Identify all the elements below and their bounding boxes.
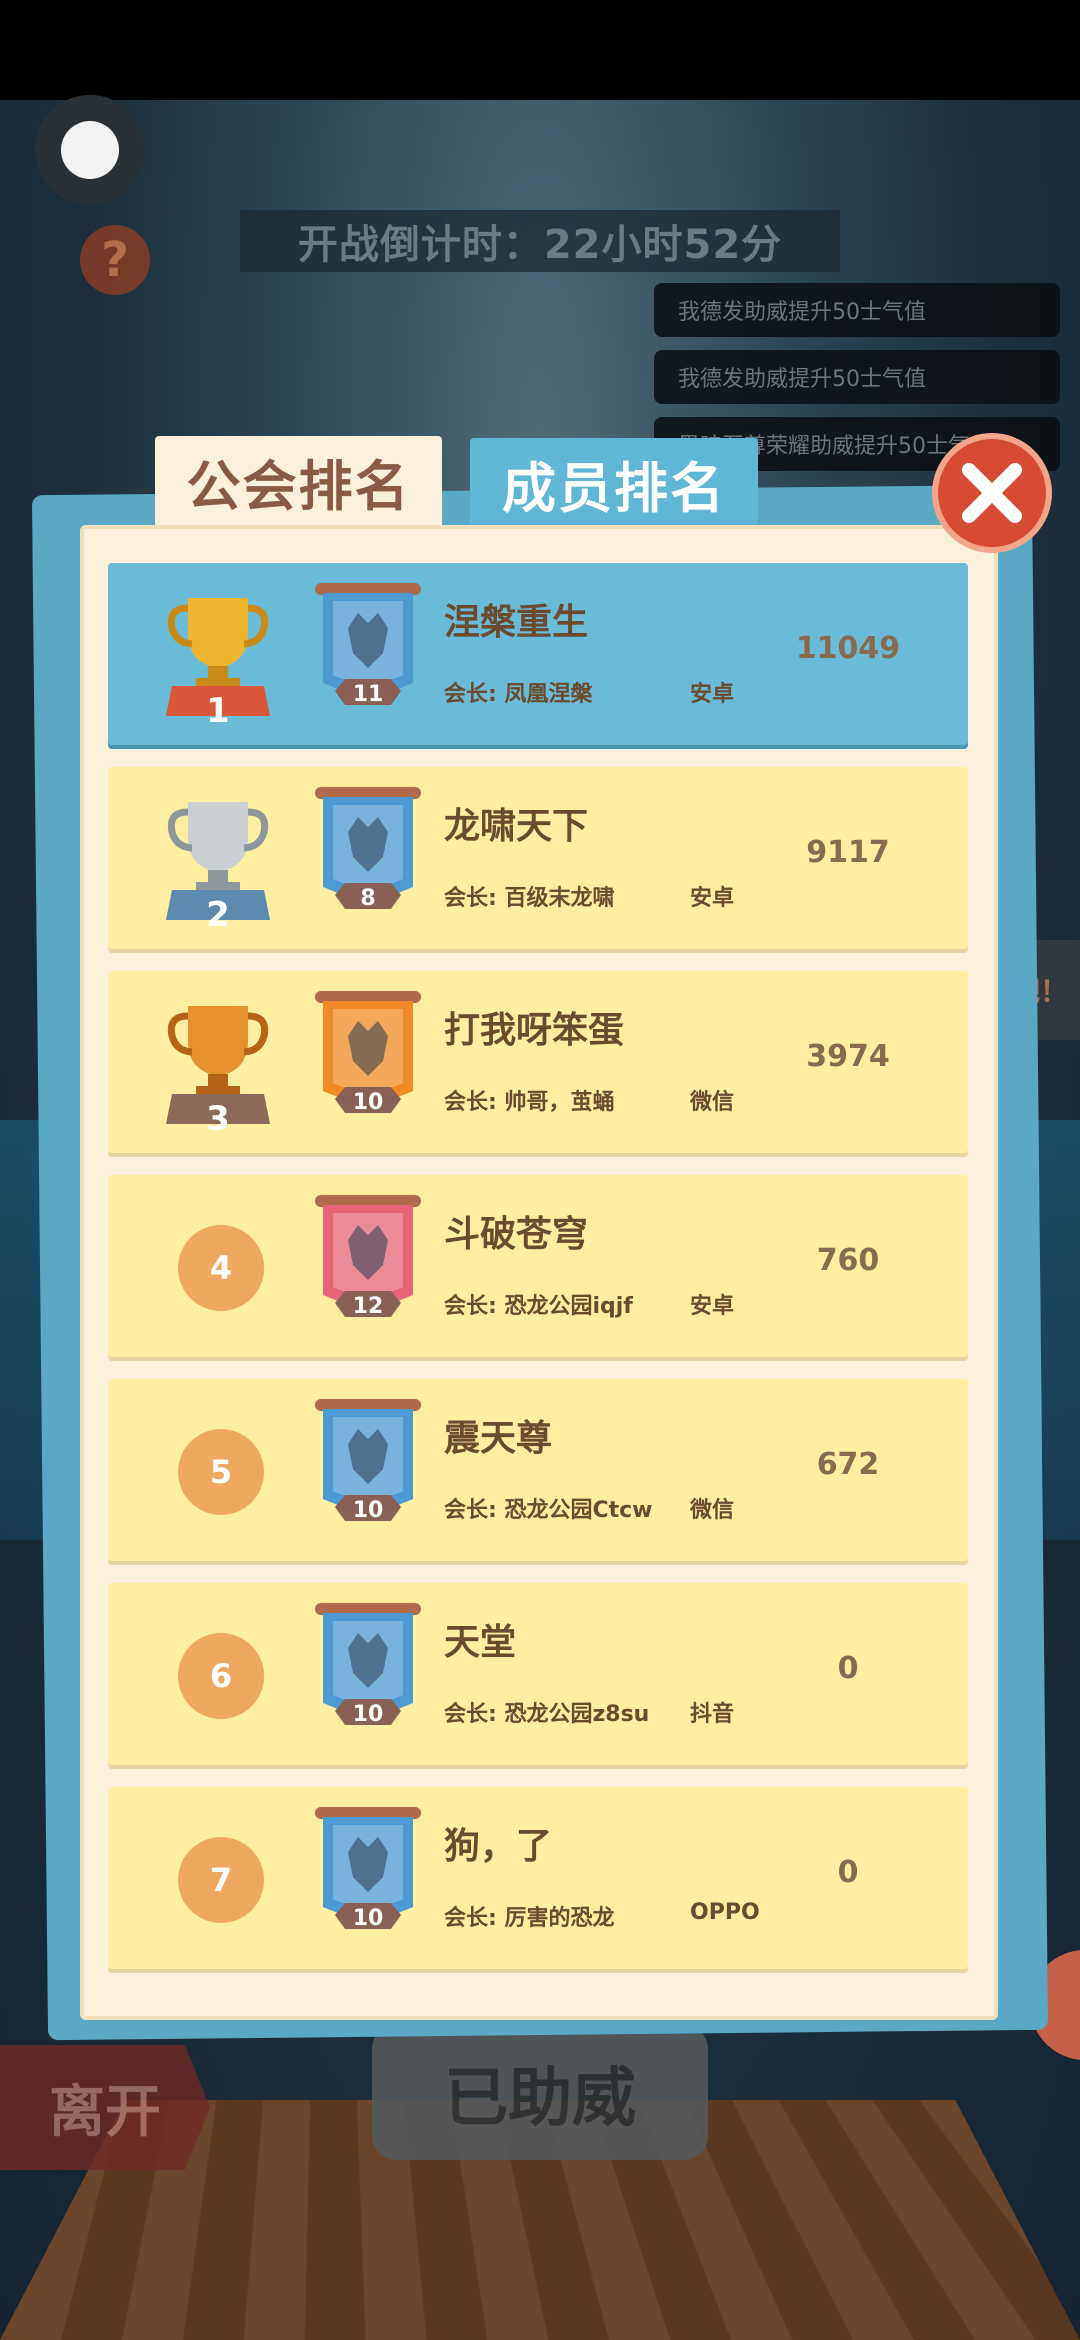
- platform-label: 安卓: [690, 1294, 735, 1319]
- guild-level: 12: [352, 1294, 384, 1319]
- guild-row[interactable]: 1 11 涅槃重生 会长: 凤凰涅槃 安卓 11049: [108, 563, 968, 745]
- guild-level: 8: [360, 886, 376, 911]
- status-bar: [0, 0, 1080, 100]
- leave-button[interactable]: 离开: [0, 2045, 210, 2170]
- tab-guild-ranking[interactable]: 公会排名: [155, 436, 442, 526]
- guild-score: 0: [837, 1651, 859, 1686]
- feed-item: 我德发助威提升50士气值: [654, 350, 1060, 404]
- guild-level: 10: [352, 1498, 384, 1523]
- rank-number: 2: [206, 895, 230, 935]
- guild-score: 672: [816, 1447, 880, 1482]
- platform-label: 安卓: [690, 682, 735, 707]
- guild-name: 龙啸天下: [444, 806, 589, 847]
- close-icon: [962, 463, 1022, 523]
- guild-leader: 会长: 恐龙公园z8su: [444, 1702, 650, 1727]
- rank-number: 3: [206, 1099, 230, 1139]
- platform-label: 微信: [690, 1090, 735, 1115]
- guild-leader: 会长: 厉害的恐龙: [444, 1906, 615, 1931]
- battle-countdown: 开战倒计时：22小时52分: [240, 210, 840, 272]
- guild-row[interactable]: 2 8 龙啸天下 会长: 百级末龙啸 安卓 9117: [108, 767, 968, 949]
- guild-row[interactable]: 5 10 震天尊 会长: 恐龙公园Ctcw 微信 672: [108, 1379, 968, 1561]
- guild-name: 打我呀笨蛋: [444, 1010, 625, 1051]
- platform-label: 抖音: [690, 1702, 735, 1727]
- guild-leader: 会长: 恐龙公园iqjf: [444, 1294, 633, 1319]
- rank-badge: 4: [178, 1225, 264, 1311]
- guild-level: 10: [352, 1702, 384, 1727]
- rank-badge: 6: [178, 1633, 264, 1719]
- guild-score: 9117: [806, 835, 890, 870]
- rank-badge: 5: [178, 1429, 264, 1515]
- platform-label: 微信: [690, 1498, 735, 1523]
- guild-name: 震天尊: [444, 1418, 553, 1459]
- guild-row[interactable]: 7 10 狗，了 会长: 厉害的恐龙 OPPO 0: [108, 1787, 968, 1969]
- rank-badge: 7: [178, 1837, 264, 1923]
- guild-row[interactable]: 3 10 打我呀笨蛋 会长: 帅哥，茧蛹 微信 3974: [108, 971, 968, 1153]
- guild-leader: 会长: 帅哥，茧蛹: [444, 1090, 615, 1115]
- guild-score: 3974: [806, 1039, 890, 1074]
- circle-icon: [61, 121, 119, 179]
- guild-score: 760: [816, 1243, 880, 1278]
- tab-member-ranking[interactable]: 成员排名: [470, 438, 758, 528]
- feed-item: 我德发助威提升50士气值: [654, 283, 1060, 337]
- rank-number: 1: [206, 691, 230, 731]
- close-button[interactable]: [932, 433, 1052, 553]
- guild-row[interactable]: 6 10 天堂 会长: 恐龙公园z8su 抖音 0: [108, 1583, 968, 1765]
- guild-level: 11: [352, 682, 384, 707]
- help-button[interactable]: ?: [80, 225, 150, 295]
- guild-row[interactable]: 4 12 斗破苍穹 会长: 恐龙公园iqjf 安卓 760: [108, 1175, 968, 1357]
- guild-name: 天堂: [444, 1622, 517, 1663]
- guild-leader: 会长: 百级末龙啸: [444, 886, 615, 911]
- guild-leader: 会长: 凤凰涅槃: [444, 682, 593, 707]
- guild-score: 0: [837, 1855, 859, 1890]
- guild-score: 11049: [795, 631, 901, 666]
- guild-name: 狗，了: [444, 1826, 553, 1867]
- platform-label: OPPO: [690, 1900, 760, 1925]
- guild-level: 10: [352, 1090, 384, 1115]
- menu-button[interactable]: [35, 95, 145, 205]
- guild-name: 斗破苍穹: [444, 1214, 589, 1255]
- platform-label: 安卓: [690, 886, 735, 911]
- cheered-button[interactable]: 已助威: [372, 2025, 708, 2160]
- guild-name: 涅槃重生: [444, 602, 589, 643]
- guild-leader: 会长: 恐龙公园Ctcw: [444, 1498, 653, 1523]
- guild-level: 10: [352, 1906, 384, 1931]
